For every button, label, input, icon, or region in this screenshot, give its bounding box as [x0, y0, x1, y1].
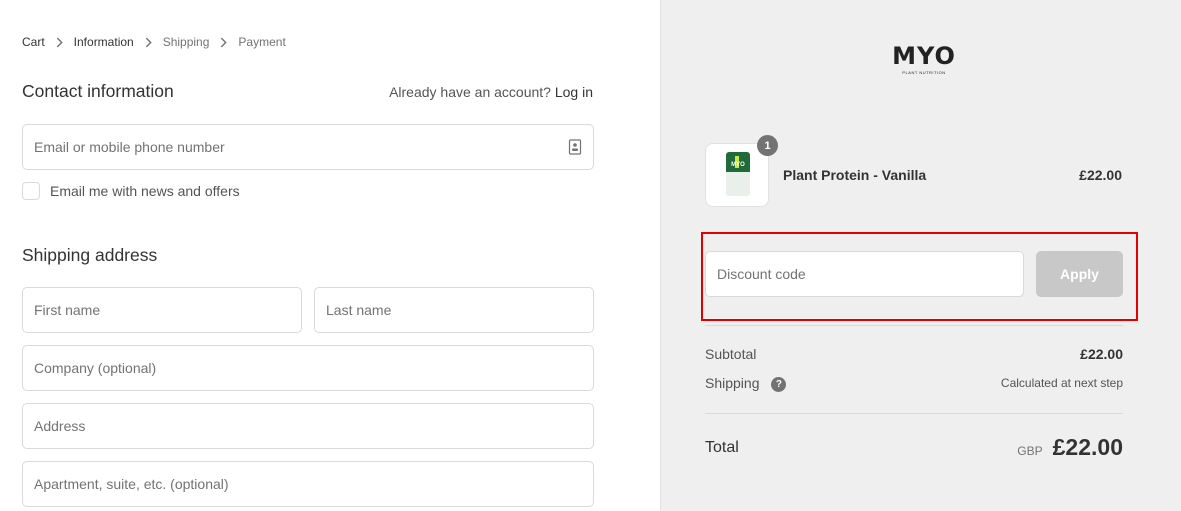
total-label: Total	[705, 438, 739, 456]
email-field[interactable]: Email or mobile phone number	[22, 124, 594, 170]
product-price: £22.00	[1079, 167, 1122, 183]
brand-logo[interactable]: MYO PLANT NUTRITION	[879, 44, 969, 75]
login-link[interactable]: Log in	[555, 84, 593, 100]
divider	[705, 413, 1123, 414]
breadcrumb-payment: Payment	[238, 35, 286, 49]
shipping-value: Calculated at next step	[1000, 376, 1123, 391]
total-row: Total GBP £22.00	[705, 434, 1123, 461]
currency-code: GBP	[1017, 444, 1043, 458]
product-jar-image: MYO	[726, 152, 750, 196]
email-placeholder: Email or mobile phone number	[34, 139, 225, 155]
first-name-placeholder: First name	[34, 302, 101, 318]
subtotal-value: £22.00	[1080, 346, 1123, 362]
breadcrumb-cart[interactable]: Cart	[22, 35, 45, 49]
newsletter-option[interactable]: Email me with news and offers	[22, 182, 240, 200]
jar-label: MYO	[731, 162, 745, 168]
breadcrumb: Cart Information Shipping Payment	[22, 35, 286, 49]
checkout-main: Cart Information Shipping Payment Contac…	[0, 0, 660, 511]
last-name-field[interactable]: Last name	[314, 287, 594, 333]
company-field[interactable]: Company (optional)	[22, 345, 594, 391]
shipping-label: Shipping	[705, 375, 760, 391]
apartment-placeholder: Apartment, suite, etc. (optional)	[34, 476, 229, 492]
discount-placeholder: Discount code	[717, 266, 806, 282]
subtotal-row: Subtotal £22.00	[705, 346, 1123, 362]
subtotal-label: Subtotal	[705, 346, 757, 362]
shipping-label-group: Shipping ?	[705, 375, 787, 392]
shipping-row: Shipping ? Calculated at next step	[705, 375, 1123, 392]
last-name-placeholder: Last name	[326, 302, 392, 318]
order-summary-sidebar: MYO PLANT NUTRITION MYO 1 Plant Protein …	[660, 0, 1181, 511]
newsletter-checkbox[interactable]	[22, 182, 40, 200]
discount-code-input[interactable]: Discount code	[705, 251, 1024, 297]
login-prompt-text: Already have an account?	[389, 84, 551, 100]
total-value: £22.00	[1052, 434, 1123, 460]
help-icon[interactable]: ?	[771, 376, 787, 392]
total-amount: GBP £22.00	[1017, 434, 1123, 461]
product-name: Plant Protein - Vanilla	[783, 167, 927, 183]
divider	[705, 325, 1123, 326]
quantity-badge: 1	[757, 135, 778, 156]
first-name-field[interactable]: First name	[22, 287, 302, 333]
address-field[interactable]: Address	[22, 403, 594, 449]
breadcrumb-information: Information	[73, 35, 134, 49]
breadcrumb-shipping: Shipping	[162, 35, 210, 49]
apply-discount-button[interactable]: Apply	[1036, 251, 1123, 297]
shipping-address-title: Shipping address	[22, 245, 158, 265]
logo-wordmark: MYO	[892, 42, 956, 70]
chevron-right-icon	[221, 37, 228, 47]
apartment-field[interactable]: Apartment, suite, etc. (optional)	[22, 461, 594, 507]
login-prompt: Already have an account? Log in	[389, 84, 593, 100]
company-placeholder: Company (optional)	[34, 360, 157, 376]
logo-tagline: PLANT NUTRITION	[902, 70, 946, 75]
contact-information-title: Contact information	[22, 81, 174, 101]
chevron-right-icon	[56, 37, 63, 47]
chevron-right-icon	[145, 37, 152, 47]
newsletter-label: Email me with news and offers	[50, 183, 240, 199]
address-placeholder: Address	[34, 418, 86, 434]
contact-card-icon	[568, 139, 582, 155]
